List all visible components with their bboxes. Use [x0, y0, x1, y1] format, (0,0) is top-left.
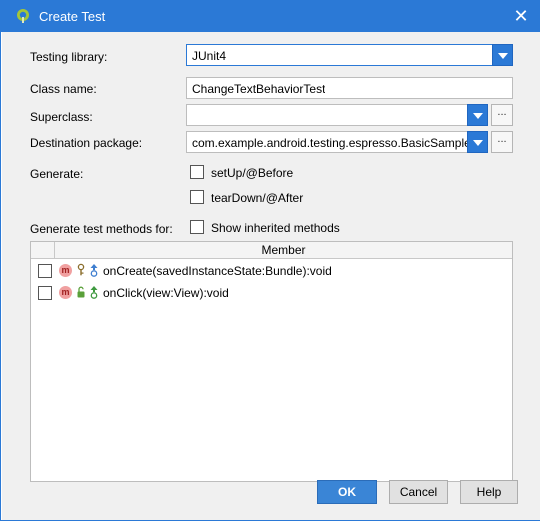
superclass-browse-button[interactable]: ... — [491, 104, 513, 126]
table-row[interactable]: m onClick(view:View):void — [31, 282, 512, 304]
public-unlock-icon — [77, 286, 85, 298]
superclass-label: Superclass: — [30, 110, 93, 124]
table-row[interactable]: m onCreate(savedInstanceState:Bundle):vo… — [31, 260, 512, 282]
show-inherited-checkbox[interactable] — [190, 220, 204, 234]
ok-button[interactable]: OK — [317, 480, 377, 504]
cancel-button[interactable]: Cancel — [389, 480, 448, 504]
setup-checkbox[interactable] — [190, 165, 204, 179]
method-icon: m — [59, 286, 72, 299]
window-title: Create Test — [39, 9, 106, 24]
superclass-combo[interactable] — [186, 104, 488, 126]
method-signature: onClick(view:View):void — [103, 286, 229, 300]
teardown-checkbox[interactable] — [190, 190, 204, 204]
destination-browse-button[interactable]: ... — [491, 131, 513, 153]
testing-library-select[interactable]: JUnit4 — [186, 44, 513, 66]
table-header: Member — [31, 242, 512, 259]
destination-package-value: com.example.android.testing.espresso.Bas… — [192, 136, 467, 150]
method-signature: onCreate(savedInstanceState:Bundle):void — [103, 264, 332, 278]
testing-library-value: JUnit4 — [192, 49, 227, 63]
class-name-value: ChangeTextBehaviorTest — [192, 82, 326, 96]
title-bar[interactable]: Create Test ✕ — [1, 1, 539, 32]
teardown-label: tearDown/@After — [211, 191, 304, 205]
generate-label: Generate: — [30, 167, 84, 181]
create-test-dialog: Create Test ✕ Testing library: JUnit4 Cl… — [0, 0, 540, 521]
generate-methods-label: Generate test methods for: — [30, 222, 173, 236]
select-column-header[interactable] — [31, 242, 55, 258]
dialog-content: Testing library: JUnit4 Class name: Chan… — [2, 32, 540, 520]
class-name-input[interactable]: ChangeTextBehaviorTest — [186, 77, 513, 99]
row-checkbox[interactable] — [38, 286, 52, 300]
chevron-down-icon[interactable] — [492, 44, 513, 66]
member-column-header[interactable]: Member — [55, 243, 512, 257]
override-icon — [90, 286, 98, 299]
members-table[interactable]: Member m onCreate(savedInstanceState:Bun… — [30, 241, 513, 482]
setup-label: setUp/@Before — [211, 166, 294, 180]
class-name-label: Class name: — [30, 82, 97, 96]
chevron-down-icon[interactable] — [467, 131, 488, 153]
testing-library-label: Testing library: — [30, 50, 108, 64]
show-inherited-label: Show inherited methods — [211, 221, 340, 235]
destination-package-label: Destination package: — [30, 136, 143, 150]
override-icon — [90, 264, 98, 277]
row-checkbox[interactable] — [38, 264, 52, 278]
help-button[interactable]: Help — [460, 480, 518, 504]
close-icon[interactable]: ✕ — [503, 1, 539, 32]
destination-package-combo[interactable]: com.example.android.testing.espresso.Bas… — [186, 131, 488, 153]
chevron-down-icon[interactable] — [467, 104, 488, 126]
android-studio-icon — [17, 9, 29, 23]
protected-key-icon — [77, 263, 85, 276]
method-icon: m — [59, 264, 72, 277]
